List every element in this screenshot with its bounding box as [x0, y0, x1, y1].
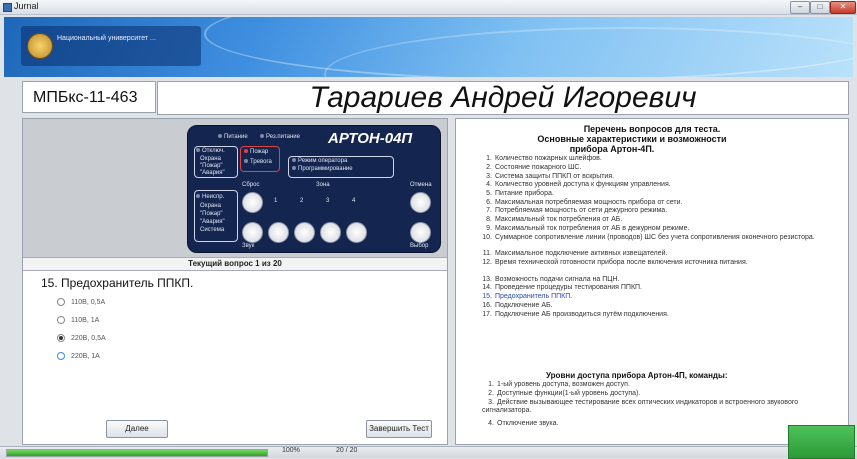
zone-key	[320, 222, 341, 243]
disable-item: Охрана	[200, 156, 221, 162]
device-model: АРТОН-04П	[328, 130, 413, 147]
maximize-button[interactable]: □	[810, 1, 830, 14]
group-label: МПБкс-11-463	[22, 81, 156, 113]
question-list-item: 3. Система защиты ППКП от вскрытия.	[486, 173, 615, 180]
reset-key	[242, 192, 263, 213]
question-list-panel: Перечень вопросов для теста. Основные ха…	[455, 118, 849, 445]
emblem-icon	[27, 33, 53, 59]
cancel-label: Отмена	[410, 182, 432, 188]
question-list-item: 9. Максимальный ток потребления от АБ в д…	[486, 225, 690, 232]
answer-option[interactable]: 220В, 1А	[57, 352, 100, 360]
radio-button[interactable]	[57, 316, 65, 324]
level-item: 3. Действие вызывающее тестирование всех …	[482, 399, 799, 414]
progress-bar	[6, 449, 268, 457]
fault-item: "Авария"	[200, 219, 225, 225]
zone-key-label: 1	[274, 198, 278, 204]
question-list-item: 14. Проведение процедуры тестирования ППК…	[482, 284, 642, 291]
sound-key	[242, 222, 263, 243]
fault-label: Неиспр.	[202, 194, 225, 200]
question-panel: Питание Рез.питание АРТОН-04П Отключ. Ох…	[22, 118, 448, 445]
levels-heading: Уровни доступа прибора Артон-4П, команды…	[546, 371, 728, 380]
window-title: Jurnal	[14, 1, 39, 11]
level-item: 4. Отключение звука.	[488, 420, 559, 427]
question-list-item: 16. Подключение АБ.	[482, 302, 553, 309]
question-list-item: 17. Подключение АБ производиться путём по…	[482, 311, 669, 318]
question-list-item: 10. Суммарное сопротивление линии (провод…	[482, 234, 815, 241]
zone-key	[268, 222, 289, 243]
list-subheading: прибора Артон-4П.	[569, 144, 655, 154]
progress-counter: 20 / 20	[336, 447, 358, 454]
sound-label: Звук	[242, 243, 255, 249]
alarm-label: Тревога	[250, 159, 272, 165]
select-key	[410, 222, 431, 243]
zone-label: Зона	[316, 182, 330, 188]
app-icon	[3, 3, 12, 12]
fire-label: Пожар	[250, 149, 269, 155]
list-subheading: Основные характеристики и возможности	[537, 134, 727, 144]
radio-button-selected[interactable]	[57, 334, 65, 342]
power-indicator-label: Питание	[224, 134, 248, 140]
finish-test-button[interactable]: Завершить Тест	[366, 420, 432, 438]
question-list-item: 6. Максимальная потребляемая мощность при…	[486, 199, 683, 206]
question-list-item: 1. Количество пожарных шлейфов.	[486, 155, 602, 162]
question-list-item-active: 15. Предохранитель ППКП.	[482, 293, 573, 300]
logo-text: Национальный университет ...	[57, 35, 156, 42]
question-list-item: 11. Максимальное подключение активных изв…	[482, 250, 668, 257]
radio-button[interactable]	[57, 352, 65, 360]
disable-label: Отключ.	[202, 148, 225, 154]
zone-key-label: 2	[300, 198, 304, 204]
progress-bar-fill	[7, 450, 267, 456]
progress-percent: 100%	[282, 447, 300, 454]
question-text: 15. Предохранитель ППКП.	[41, 276, 194, 290]
zone-key	[346, 222, 367, 243]
question-counter: Текущий вопрос 1 из 20	[23, 257, 447, 271]
level-item: 1. 1-ый уровень доступа, возможен доступ.	[488, 381, 630, 388]
disable-item: "Авария"	[200, 170, 225, 176]
question-list-item: 12. Время технической готовности прибора …	[482, 259, 748, 266]
university-logo: Национальный университет ...	[21, 26, 201, 66]
list-heading: Перечень вопросов для теста.	[583, 124, 721, 134]
header-banner: Национальный университет ...	[4, 17, 853, 77]
reserve-indicator-label: Рез.питание	[266, 134, 300, 140]
fault-item: "Пожар"	[200, 211, 223, 217]
disable-item: "Пожар"	[200, 163, 223, 169]
student-name: Тарариев Андрей Игоревич	[157, 81, 849, 115]
window-title-bar: Jurnal – □ ✕	[0, 0, 857, 15]
question-list-item: 4. Количество уровней доступа к функциям …	[486, 181, 671, 188]
answer-option[interactable]: 220В, 0,5А	[57, 334, 106, 342]
mode-item: Режим оператора	[298, 158, 348, 164]
device-front-panel-image: Питание Рез.питание АРТОН-04П Отключ. Ох…	[187, 125, 441, 253]
fault-item: Охрана	[200, 203, 221, 209]
close-button[interactable]: ✕	[830, 1, 856, 14]
question-list-item: 7. Потребляемая мощность от сети дежурног…	[486, 207, 668, 214]
answer-option[interactable]: 110В, 1А	[57, 316, 99, 324]
question-list-item: 8. Максимальный ток потребления от АБ.	[486, 216, 623, 223]
question-list-item: 5. Питание прибора.	[486, 190, 554, 197]
cancel-key	[410, 192, 431, 213]
answer-option[interactable]: 110В, 0,5А	[57, 298, 105, 306]
select-label: Выбор	[410, 243, 429, 249]
device-image-area: Питание Рез.питание АРТОН-04П Отключ. Ох…	[23, 119, 447, 257]
zone-key-label: 3	[326, 198, 330, 204]
zone-key	[294, 222, 315, 243]
question-list-item: 2. Состояние пожарного ШС.	[486, 164, 582, 171]
fault-item: Система	[200, 227, 225, 233]
green-indicator	[788, 425, 855, 459]
zone-key-label: 4	[352, 198, 356, 204]
next-button[interactable]: Далее	[106, 420, 168, 438]
minimize-button[interactable]: –	[790, 1, 810, 14]
mode-item: Программирование	[298, 166, 353, 172]
status-bar: 100% 20 / 20	[0, 446, 857, 458]
level-item: 2. Доступные функции(1-ый уровень доступа…	[488, 390, 641, 397]
question-list-item: 13. Возможность подачи сигнала на ПЦН.	[482, 276, 620, 283]
reset-label: Сброс	[242, 182, 260, 188]
radio-button[interactable]	[57, 298, 65, 306]
